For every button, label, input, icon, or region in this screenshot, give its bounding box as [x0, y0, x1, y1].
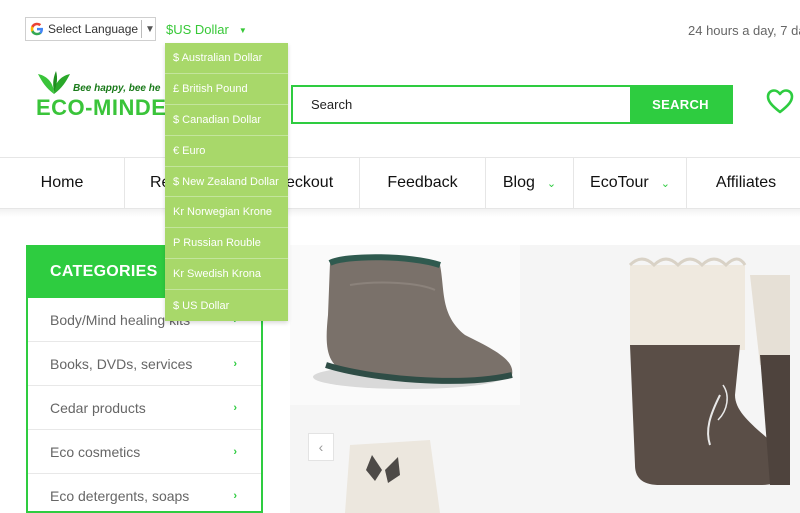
category-label: Eco cosmetics [50, 443, 141, 460]
nav-item-label: Blog [502, 174, 535, 191]
language-select-label: Select Language [48, 22, 139, 36]
caret-down-icon: ▼ [238, 26, 247, 35]
language-select[interactable]: Select Language ▼ [25, 17, 156, 41]
currency-option[interactable]: Kr Norwegian Krone [165, 197, 288, 229]
category-item[interactable]: Cedar products › [28, 386, 261, 430]
triangle-down-icon: ▼ [145, 23, 155, 35]
nav-item-ecotour[interactable]: EcoTour ⌄ [574, 158, 687, 208]
nav-item-blog[interactable]: Blog ⌄ [486, 158, 574, 208]
chevron-down-icon: ⌄ [546, 177, 557, 190]
currency-toggle[interactable]: $US Dollar ▼ [166, 22, 247, 37]
google-icon [30, 21, 44, 37]
currency-option[interactable]: $ New Zealand Dollar [165, 167, 288, 198]
chevron-right-icon: › [233, 357, 237, 370]
category-item[interactable]: Eco detergents, soaps › [28, 474, 261, 511]
category-label: Cedar products [50, 399, 146, 416]
chevron-right-icon: › [233, 489, 237, 502]
logo-brand: ECO-MINDE [36, 95, 167, 120]
slider-prev-button[interactable]: ‹ [308, 433, 334, 461]
category-item[interactable]: Books, DVDs, services › [28, 342, 261, 386]
leaf-icon [38, 71, 70, 94]
hero-slider[interactable] [290, 245, 800, 513]
divider [141, 20, 142, 38]
category-label: Books, DVDs, services [50, 355, 193, 372]
chevron-right-icon: › [233, 445, 237, 458]
nav-item-label: Feedback [387, 174, 458, 191]
category-item[interactable]: Eco cosmetics › [28, 430, 261, 474]
currency-current: $US Dollar [166, 22, 229, 37]
search-bar: SEARCH [291, 85, 733, 124]
nav-item-feedback[interactable]: Feedback [360, 158, 486, 208]
currency-dropdown: $ Australian Dollar £ British Pound $ Ca… [165, 43, 288, 322]
main-nav: Home Re eckout Feedback Blog ⌄ EcoTour ⌄ A… [0, 157, 800, 209]
nav-item-label: Affiliates [715, 174, 777, 191]
tall-boot-image [628, 257, 790, 485]
search-button[interactable]: SEARCH [630, 87, 731, 122]
nav-item-checkout[interactable]: eckout [280, 158, 360, 208]
currency-option[interactable]: € Euro [165, 136, 288, 167]
chevron-down-icon: ⌄ [660, 177, 670, 190]
nav-item-re[interactable]: Re [125, 158, 170, 208]
currency-option[interactable]: $ US Dollar [165, 290, 288, 321]
nav-item-home[interactable]: Home [0, 158, 125, 208]
nav-item-label: EcoTour [590, 174, 649, 191]
chevron-left-icon: ‹ [318, 439, 324, 455]
nav-item-affiliates[interactable]: Affiliates [687, 158, 800, 208]
nav-item-label: Home [40, 174, 84, 191]
currency-option[interactable]: £ British Pound [165, 74, 288, 105]
chevron-right-icon: › [233, 401, 237, 414]
category-label: Eco detergents, soaps [50, 487, 190, 504]
search-input[interactable] [293, 87, 630, 122]
hours-text: 24 hours a day, 7 day [688, 23, 800, 38]
currency-option[interactable]: $ Australian Dollar [165, 43, 288, 74]
logo-tagline: Bee happy, bee he [73, 83, 161, 94]
currency-option[interactable]: P Russian Rouble [165, 228, 288, 260]
site-logo[interactable]: Bee happy, bee he ECO-MINDE [36, 70, 168, 126]
currency-option[interactable]: Kr Swedish Krona [165, 259, 288, 291]
nav-shadow [0, 209, 800, 217]
currency-option[interactable]: $ Canadian Dollar [165, 105, 288, 136]
hero-image [290, 245, 800, 513]
butterfly-boot-image [345, 440, 440, 513]
heart-icon[interactable] [765, 87, 795, 115]
nav-item-label: eckout [286, 174, 334, 191]
